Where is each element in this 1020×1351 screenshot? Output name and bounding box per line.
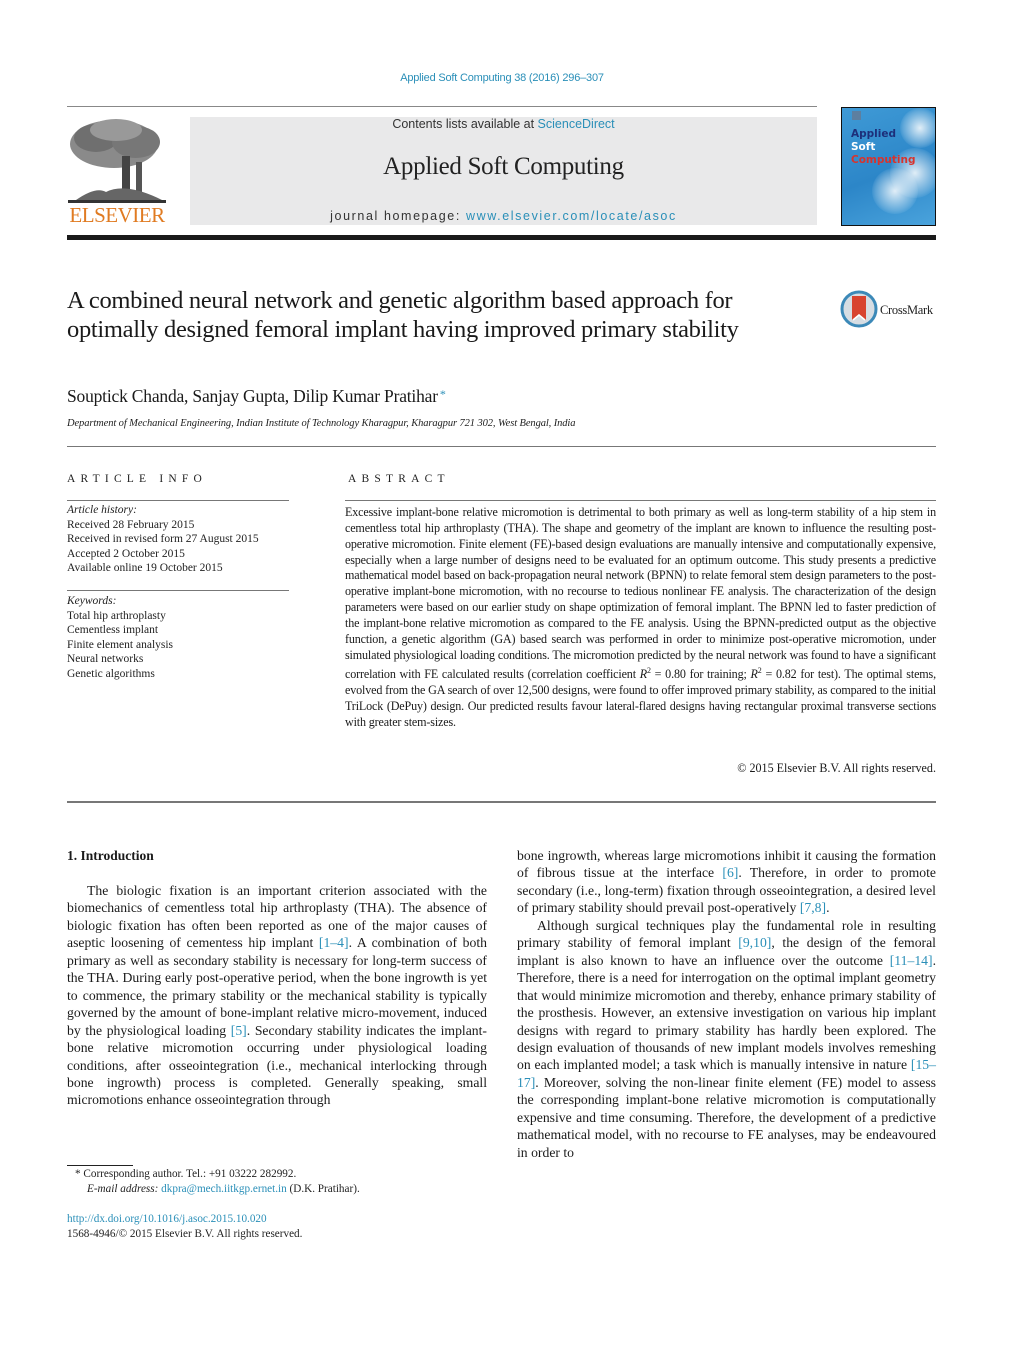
divider: [67, 801, 936, 803]
body-column-left: The biologic fixation is an important cr…: [67, 882, 487, 1109]
crossmark-button[interactable]: CrossMark: [840, 290, 940, 330]
corresponding-text: Corresponding author. Tel.: +91 03222 28…: [80, 1168, 297, 1180]
doi-link[interactable]: http://dx.doi.org/10.1016/j.asoc.2015.10…: [67, 1212, 302, 1227]
journal-masthead: Contents lists available at ScienceDirec…: [190, 117, 817, 225]
keywords-label: Keywords:: [67, 595, 117, 607]
cover-title-line1: Applied: [851, 128, 896, 140]
body-column-right: bone ingrowth, whereas large micromotion…: [517, 847, 936, 1161]
corresponding-author-note: * Corresponding author. Tel.: +91 03222 …: [67, 1167, 360, 1182]
homepage-line: journal homepage: www.elsevier.com/locat…: [190, 209, 817, 223]
issn-copyright: 1568-4946/© 2015 Elsevier B.V. All right…: [67, 1227, 303, 1240]
keyword: Finite element analysis: [67, 638, 174, 651]
homepage-prefix: journal homepage:: [330, 209, 466, 223]
history-label: Article history:: [67, 504, 137, 516]
header-thick-rule: [67, 235, 936, 240]
text-run: .: [826, 900, 830, 916]
history-item: Received in revised form 27 August 2015: [67, 533, 259, 545]
citation-link[interactable]: [1–4]: [319, 935, 349, 950]
journal-homepage-link[interactable]: www.elsevier.com/locate/asoc: [466, 209, 677, 223]
corresponding-author-marker[interactable]: *: [440, 387, 446, 401]
keywords: Keywords: Total hip arthroplasty Cementl…: [67, 594, 173, 681]
author-list: Souptick Chanda, Sanjay Gupta, Dilip Kum…: [67, 386, 446, 407]
journal-name: Applied Soft Computing: [383, 153, 624, 180]
crossmark-icon: [840, 290, 878, 328]
footnote: * Corresponding author. Tel.: +91 03222 …: [67, 1167, 360, 1196]
footnote-rule: [67, 1165, 133, 1166]
citation-link[interactable]: [11–14]: [890, 953, 933, 968]
authors-text: Souptick Chanda, Sanjay Gupta, Dilip Kum…: [67, 386, 438, 406]
email-suffix: (D.K. Pratihar).: [286, 1182, 360, 1195]
cover-title-line3: Computing: [851, 154, 916, 166]
crossmark-label: CrossMark: [880, 303, 933, 317]
abstract-part: Excessive implant-bone relative micromot…: [345, 505, 936, 682]
keyword: Total hip arthroplasty: [67, 609, 166, 622]
paragraph: The biologic fixation is an important cr…: [67, 882, 487, 1109]
divider: [345, 500, 936, 501]
journal-citation-link[interactable]: Applied Soft Computing 38 (2016) 296–307: [0, 72, 1004, 84]
citation-link[interactable]: [6]: [722, 865, 738, 880]
doi-block: http://dx.doi.org/10.1016/j.asoc.2015.10…: [67, 1212, 302, 1241]
citation-link[interactable]: [5]: [231, 1023, 247, 1038]
cover-decoration: [900, 108, 935, 148]
email-label: E-mail address:: [87, 1182, 162, 1195]
abstract-text: Excessive implant-bone relative micromot…: [345, 505, 936, 731]
abstract-copyright: © 2015 Elsevier B.V. All rights reserved…: [737, 761, 936, 775]
article-history: Article history: Received 28 February 20…: [67, 503, 259, 576]
header-rule: [67, 106, 817, 107]
section-heading-introduction: 1. Introduction: [67, 848, 154, 863]
article-info-heading: ARTICLE INFO: [67, 473, 207, 485]
keyword: Cementless implant: [67, 624, 159, 636]
cover-logo-icon: [852, 111, 861, 120]
text-run: . Therefore, there is a need for interro…: [517, 952, 936, 1073]
citation-link[interactable]: [7,8]: [800, 900, 826, 915]
publisher-name: ELSEVIER: [69, 203, 165, 227]
paragraph: Although surgical techniques play the fu…: [517, 917, 936, 1161]
history-item: Received 28 February 2015: [67, 518, 195, 531]
divider: [67, 446, 936, 447]
text-run: . Moreover, solving the non-linear finit…: [517, 1074, 936, 1160]
divider: [67, 500, 289, 501]
keyword: Neural networks: [67, 653, 144, 665]
divider: [67, 590, 289, 591]
journal-cover-thumbnail[interactable]: Applied Soft Computing: [841, 107, 936, 226]
history-item: Accepted 2 October 2015: [67, 547, 185, 560]
r-squared-symbol: R: [639, 667, 647, 682]
contents-prefix: Contents lists available at: [392, 117, 538, 131]
citation-link[interactable]: [9,10]: [738, 935, 771, 950]
cover-decoration: [872, 168, 918, 214]
email-line: E-mail address: dkpra@mech.iitkgp.ernet.…: [67, 1182, 360, 1197]
paragraph: bone ingrowth, whereas large micromotion…: [517, 847, 936, 917]
sciencedirect-link[interactable]: ScienceDirect: [538, 117, 615, 131]
abstract-heading: ABSTRACT: [348, 473, 450, 485]
article-title: A combined neural network and genetic al…: [67, 287, 739, 343]
keyword: Genetic algorithms: [67, 667, 155, 680]
contents-line: Contents lists available at ScienceDirec…: [190, 117, 817, 131]
email-link[interactable]: dkpra@mech.iitkgp.ernet.in: [161, 1183, 287, 1195]
affiliation: Department of Mechanical Engineering, In…: [67, 418, 576, 429]
history-item: Available online 19 October 2015: [67, 562, 223, 574]
elsevier-tree-icon: [68, 119, 166, 203]
elsevier-logo[interactable]: ELSEVIER: [66, 116, 168, 228]
cover-title-line2: Soft: [851, 141, 876, 153]
abstract-part: = 0.80 for training;: [650, 667, 751, 682]
r-squared-symbol: R: [750, 667, 758, 682]
